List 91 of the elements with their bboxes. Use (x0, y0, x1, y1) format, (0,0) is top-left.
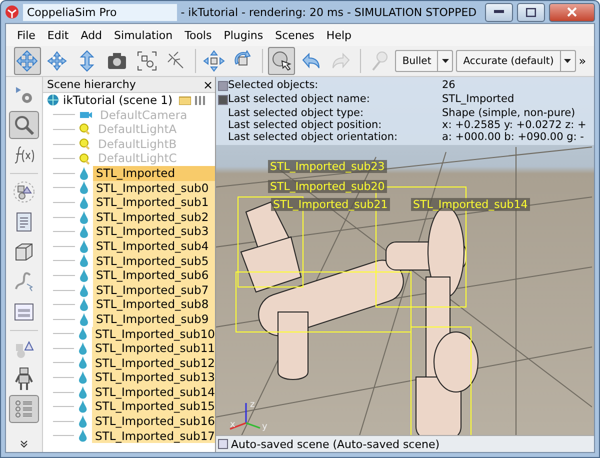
app-name: CoppeliaSim Pro (23, 4, 177, 20)
globe-icon (47, 94, 59, 106)
drop-shape-icon (79, 298, 89, 312)
drop-shape-icon (79, 225, 89, 238)
drop-shape-icon (78, 400, 88, 414)
tree-item[interactable]: STL_Imported_sub6 (93, 268, 215, 283)
move-arrows-icon[interactable] (14, 47, 41, 75)
caret-icon (442, 59, 449, 63)
menu-item[interactable]: File (12, 26, 40, 44)
info-label: Last selected object position: (228, 119, 383, 131)
app-logo-icon (5, 5, 19, 19)
maximize-button[interactable] (517, 2, 545, 22)
object-label: STL_Imported_sub20 (268, 180, 387, 193)
tree-item[interactable]: STL_Imported_sub14 (92, 384, 215, 400)
tree-item[interactable]: STL_Imported_sub5 (93, 254, 215, 268)
axes-gizmo-drawing: x y z (230, 400, 268, 432)
info-value: x: +0.2585 y: +0.0272 z: + (442, 119, 588, 131)
tree-item[interactable]: STL_Imported_sub3 (93, 224, 215, 239)
engine-dropdown[interactable]: Bullet (395, 50, 454, 72)
menu-item[interactable]: Tools (180, 26, 217, 44)
status-text: Auto-saved scene (Auto-saved scene) (231, 438, 440, 450)
drop-shape-icon (79, 181, 89, 194)
menu-item[interactable]: Scenes (270, 26, 320, 44)
close-panel-button[interactable]: × (202, 78, 213, 90)
drop-shape-icon (79, 254, 89, 268)
info-value: STL_Imported (442, 93, 516, 107)
tree-item[interactable]: STL_Imported_sub15 (92, 399, 215, 414)
drop-shape-icon (79, 240, 89, 253)
tree-item[interactable]: STL_Imported_sub0 (93, 180, 215, 196)
tree-item[interactable]: STL_Imported_sub10 (92, 326, 215, 342)
tree-item[interactable]: STL_Imported_sub16 (92, 414, 215, 429)
close-icon (567, 7, 577, 17)
tree-item[interactable]: STL_Imported_sub12 (92, 356, 215, 370)
minimize-button[interactable] (485, 2, 513, 22)
pointer-select-icon[interactable] (268, 47, 296, 75)
info-value: 26 (442, 79, 456, 93)
tree-item[interactable]: STL_Imported (93, 166, 215, 181)
tree-item[interactable]: STL_Imported_sub9 (93, 312, 215, 326)
info-value: Shape (simple, non-pure) (442, 107, 576, 119)
drop-shape-icon (78, 414, 88, 428)
status-toggle-icon[interactable] (218, 439, 228, 449)
tree-item[interactable]: STL_Imported_sub4 (93, 238, 215, 254)
drop-shape-icon (79, 196, 89, 209)
light-bulb-icon (79, 152, 91, 165)
caret-icon (564, 59, 572, 63)
tree-item[interactable]: ikTutorial (scene 1) (59, 93, 172, 108)
drop-shape-icon (78, 429, 88, 442)
drop-shape-icon (78, 356, 88, 370)
drop-shape-icon (78, 342, 88, 355)
drop-shape-icon (78, 386, 88, 399)
object-label: STL_Imported_sub14 (411, 198, 530, 211)
tree-item[interactable]: STL_Imported_sub8 (93, 297, 215, 312)
menu-item[interactable]: Plugins (218, 26, 268, 44)
expand-chevron-icon[interactable] (20, 440, 28, 448)
menu-item[interactable]: Edit (42, 26, 74, 44)
overflow-button[interactable]: » (578, 54, 586, 68)
drop-shape-icon (79, 284, 89, 297)
light-bulb-icon (79, 138, 91, 150)
close-button[interactable] (549, 2, 595, 22)
tree-item[interactable]: STL_Imported_sub11 (92, 341, 215, 356)
tree-item[interactable]: STL_Imported_sub1 (93, 195, 215, 210)
info-label: Last selected object type: (228, 107, 365, 119)
tree-item[interactable]: STL_Imported_sub2 (93, 210, 215, 224)
drop-shape-icon (79, 268, 89, 282)
maximize-icon (526, 8, 536, 16)
drop-shape-icon (79, 166, 89, 180)
object-label: STL_Imported_sub21 (271, 198, 390, 211)
window-title: - ikTutorial - rendering: 20 ms - SIMULATION STOPPED (180, 6, 478, 18)
info-label: Last selected object name: (228, 93, 371, 107)
info-value: a: +000.00 b: +090.00 g: - (442, 131, 585, 143)
drop-shape-icon (78, 327, 88, 340)
info-label: Last selected object orientation: (228, 131, 399, 143)
magnifier-icon[interactable] (9, 111, 39, 139)
columns-icon (194, 95, 204, 106)
minimize-icon (494, 10, 504, 14)
drop-shape-icon (79, 312, 89, 326)
info-label: Selected objects: (228, 79, 320, 93)
tree-item[interactable]: STL_Imported_sub17 (92, 428, 215, 444)
accuracy-dropdown[interactable]: Accurate (default) (456, 50, 576, 72)
drop-shape-icon (79, 210, 89, 224)
menu-item[interactable]: Simulation (109, 26, 178, 44)
object-label: STL_Imported_sub23 (268, 160, 387, 173)
light-bulb-icon (79, 123, 91, 136)
panel-title: Scene hierarchy (47, 78, 136, 91)
drop-shape-icon (78, 371, 88, 384)
hierarchy-list-icon[interactable] (9, 395, 39, 423)
menu-item[interactable]: Help (321, 26, 356, 44)
tree-item[interactable]: STL_Imported_sub7 (93, 282, 215, 298)
tree-item[interactable]: STL_Imported_sub13 (92, 370, 215, 385)
folder-icon (178, 95, 190, 106)
menu-item[interactable]: Add (76, 26, 108, 44)
